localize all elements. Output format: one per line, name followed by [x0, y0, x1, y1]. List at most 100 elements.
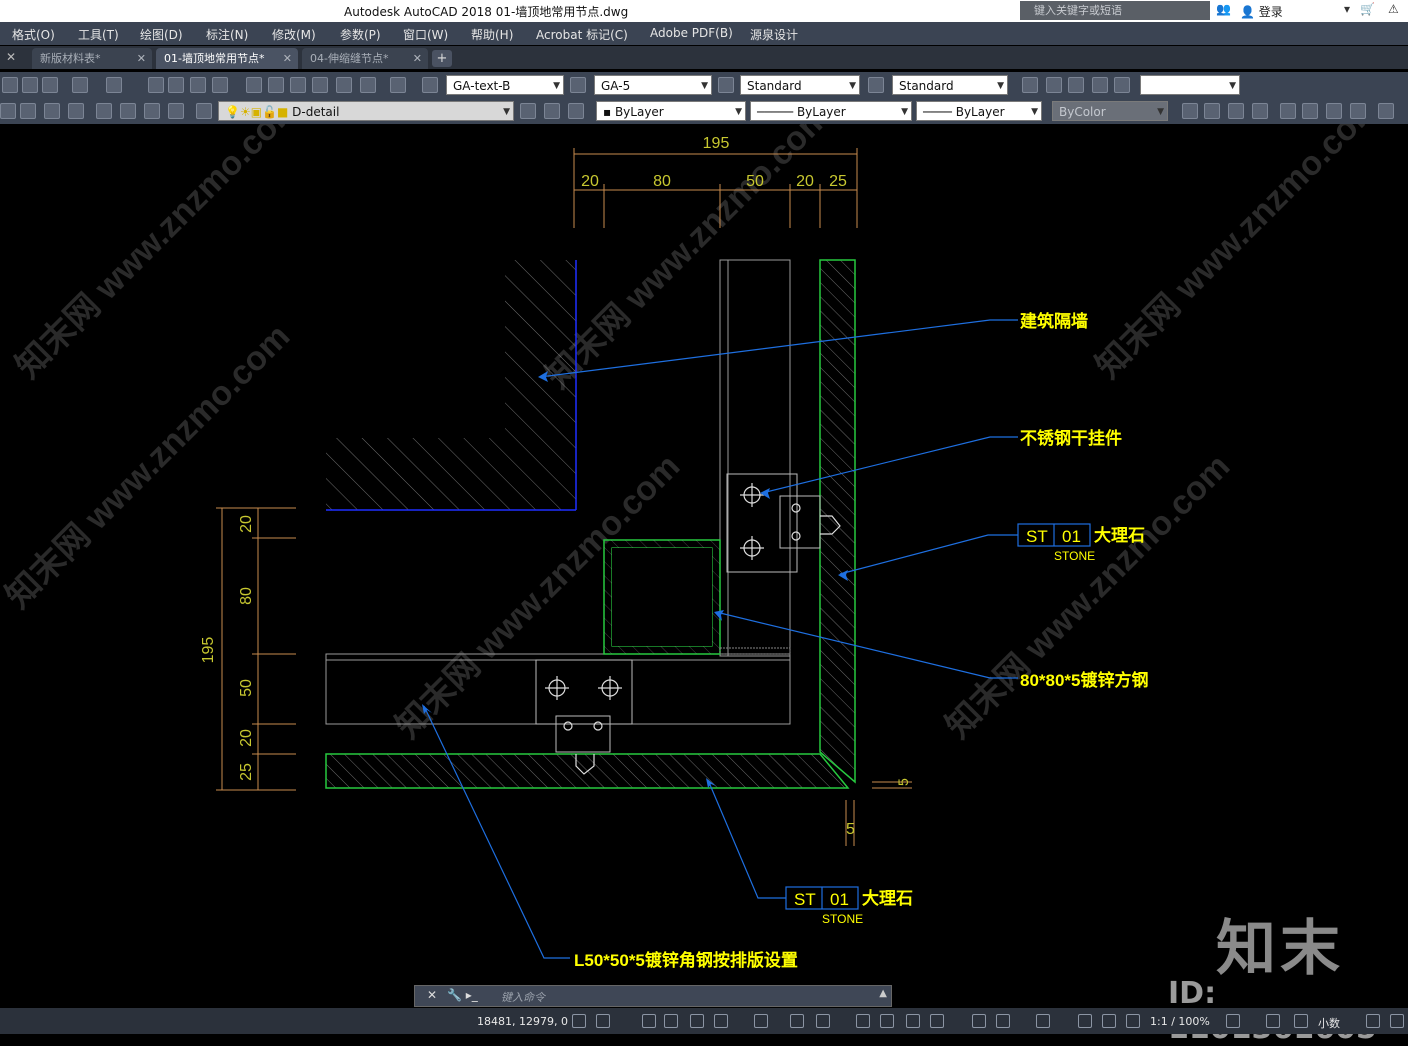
- design-center-icon[interactable]: [268, 77, 284, 93]
- properties-icon[interactable]: [246, 77, 262, 93]
- hardware-accel-icon[interactable]: [1294, 1014, 1308, 1028]
- viewport-object-icon[interactable]: [1092, 77, 1108, 93]
- dim-ordinate-icon[interactable]: [1252, 103, 1268, 119]
- menu-tools[interactable]: 工具(T): [78, 26, 119, 43]
- lineweight-icon[interactable]: [816, 1014, 830, 1028]
- dim-quick-icon[interactable]: [1378, 103, 1394, 119]
- viewport-icon[interactable]: [1022, 77, 1038, 93]
- dim-aligned-icon[interactable]: [1204, 103, 1220, 119]
- menu-adobe-pdf[interactable]: Adobe PDF(B): [650, 26, 733, 40]
- gizmo-icon[interactable]: [996, 1014, 1010, 1028]
- 3d-osnap-icon[interactable]: [906, 1014, 920, 1028]
- mleader-style-select[interactable]: Standard ▼: [892, 75, 1008, 95]
- isolate-objects-icon[interactable]: [1366, 1014, 1380, 1028]
- text-style-icon[interactable]: [422, 77, 438, 93]
- customize-icon[interactable]: [1390, 1014, 1404, 1028]
- login-button[interactable]: 👤 登录: [1240, 3, 1283, 20]
- pan-icon[interactable]: [148, 77, 164, 93]
- osnap-icon[interactable]: [754, 1014, 768, 1028]
- menu-parametric[interactable]: 参数(P): [340, 26, 381, 43]
- grid-icon[interactable]: [596, 1014, 610, 1028]
- tab-materials[interactable]: 新版材料表* ✕: [32, 48, 152, 69]
- help-icon[interactable]: ⚠: [1388, 2, 1399, 16]
- layer-previous-icon[interactable]: [544, 103, 560, 119]
- ucs-icon[interactable]: [790, 1014, 804, 1028]
- table-style-select[interactable]: Standard ▼: [740, 75, 860, 95]
- text-style-select[interactable]: GA-text-B ▼: [446, 75, 564, 95]
- selection-cycling-icon[interactable]: [880, 1014, 894, 1028]
- layer-tool-icon[interactable]: [20, 103, 36, 119]
- annotation-monitor-icon[interactable]: [1036, 1014, 1050, 1028]
- menu-dimension[interactable]: 标注(N): [206, 26, 248, 43]
- menu-help[interactable]: 帮助(H): [471, 26, 513, 43]
- menu-draw[interactable]: 绘图(D): [140, 26, 183, 43]
- wrench-icon[interactable]: 🔧 ▸_: [447, 988, 478, 1002]
- binoculars-icon[interactable]: 👥: [1216, 2, 1232, 18]
- layer-state-icon[interactable]: [568, 103, 584, 119]
- viewport-single-icon[interactable]: [1046, 77, 1062, 93]
- annotation-scale[interactable]: 1:1 / 100%: [1150, 1015, 1210, 1028]
- close-icon[interactable]: ✕: [137, 48, 146, 69]
- gear-icon[interactable]: [1226, 1014, 1240, 1028]
- dim-radius-icon[interactable]: [1280, 103, 1296, 119]
- menu-format[interactable]: 格式(O): [12, 26, 55, 43]
- redo-icon[interactable]: [106, 77, 122, 93]
- dropdown-icon[interactable]: ▾: [1344, 2, 1350, 16]
- units-readout[interactable]: 小数: [1318, 1015, 1340, 1031]
- markup-icon[interactable]: [336, 77, 352, 93]
- zoom-previous-icon[interactable]: [212, 77, 228, 93]
- save-icon[interactable]: [22, 77, 38, 93]
- tool-palette-icon[interactable]: [290, 77, 306, 93]
- polar-icon[interactable]: [690, 1014, 704, 1028]
- color-select[interactable]: ▪ ByLayer ▼: [596, 101, 746, 121]
- tab-expansion-joints[interactable]: 04-伸缩缝节点* ✕: [302, 48, 428, 69]
- table-style-icon[interactable]: [718, 77, 734, 93]
- menu-acrobat[interactable]: Acrobat 标记(C): [536, 26, 628, 43]
- transparency-icon[interactable]: [856, 1014, 870, 1028]
- linetype-select[interactable]: ───── ByLayer ▼: [750, 101, 912, 121]
- layer-tool-icon[interactable]: [68, 103, 84, 119]
- layer-tool-icon[interactable]: [144, 103, 160, 119]
- menu-window[interactable]: 窗口(W): [403, 26, 448, 43]
- viewport-clip-icon[interactable]: [1114, 77, 1130, 93]
- mleader-style-icon[interactable]: [868, 77, 884, 93]
- layer-tool-icon[interactable]: [96, 103, 112, 119]
- dim-style-select[interactable]: GA-5 ▼: [594, 75, 712, 95]
- layer-select[interactable]: 💡☀▣🔓■ D-detail ▼: [218, 101, 514, 121]
- dynamic-ucs-icon[interactable]: [930, 1014, 944, 1028]
- calculator-icon[interactable]: [360, 77, 376, 93]
- zoom-icon[interactable]: [168, 77, 184, 93]
- close-icon[interactable]: ✕: [6, 50, 16, 64]
- close-icon[interactable]: ✕: [283, 48, 292, 69]
- sheet-set-icon[interactable]: [312, 77, 328, 93]
- annotation-visibility-icon[interactable]: [1078, 1014, 1092, 1028]
- selection-filter-icon[interactable]: [972, 1014, 986, 1028]
- dim-angular-icon[interactable]: [1350, 103, 1366, 119]
- snap-icon[interactable]: [642, 1014, 656, 1028]
- close-icon[interactable]: ✕: [413, 48, 422, 69]
- viewport-scale-select[interactable]: ▼: [1140, 75, 1240, 95]
- model-space-icon[interactable]: [572, 1014, 586, 1028]
- cart-icon[interactable]: 🛒: [1360, 2, 1375, 16]
- dim-arc-icon[interactable]: [1228, 103, 1244, 119]
- layer-tool-icon[interactable]: [44, 103, 60, 119]
- plot-icon[interactable]: [42, 77, 58, 93]
- zoom-window-icon[interactable]: [190, 77, 206, 93]
- tab-ceiling-nodes[interactable]: 01-墙顶地常用节点* ✕: [156, 48, 298, 69]
- help-search-input[interactable]: 键入关键字或短语: [1020, 1, 1210, 20]
- layer-tool-icon[interactable]: [168, 103, 184, 119]
- layer-properties-icon[interactable]: [196, 103, 212, 119]
- close-icon[interactable]: ✕: [427, 988, 437, 1002]
- lineweight-select[interactable]: ──── ByLayer ▼: [916, 101, 1042, 121]
- drawing-canvas[interactable]: 知末网 www.znzmo.com 知末网 www.znzmo.com 知末网 …: [0, 87, 1408, 992]
- dim-style-icon[interactable]: [570, 77, 586, 93]
- viewport-poly-icon[interactable]: [1068, 77, 1084, 93]
- menu-modify[interactable]: 修改(M): [272, 26, 316, 43]
- ortho-icon[interactable]: [664, 1014, 678, 1028]
- menu-yuanquan[interactable]: 源泉设计: [750, 26, 798, 43]
- make-current-icon[interactable]: [520, 103, 536, 119]
- new-tab-button[interactable]: +: [432, 50, 452, 67]
- layer-tool-icon[interactable]: [0, 103, 16, 119]
- chevron-up-icon[interactable]: ▲: [879, 988, 887, 999]
- annotation-scale-icon[interactable]: [1126, 1014, 1140, 1028]
